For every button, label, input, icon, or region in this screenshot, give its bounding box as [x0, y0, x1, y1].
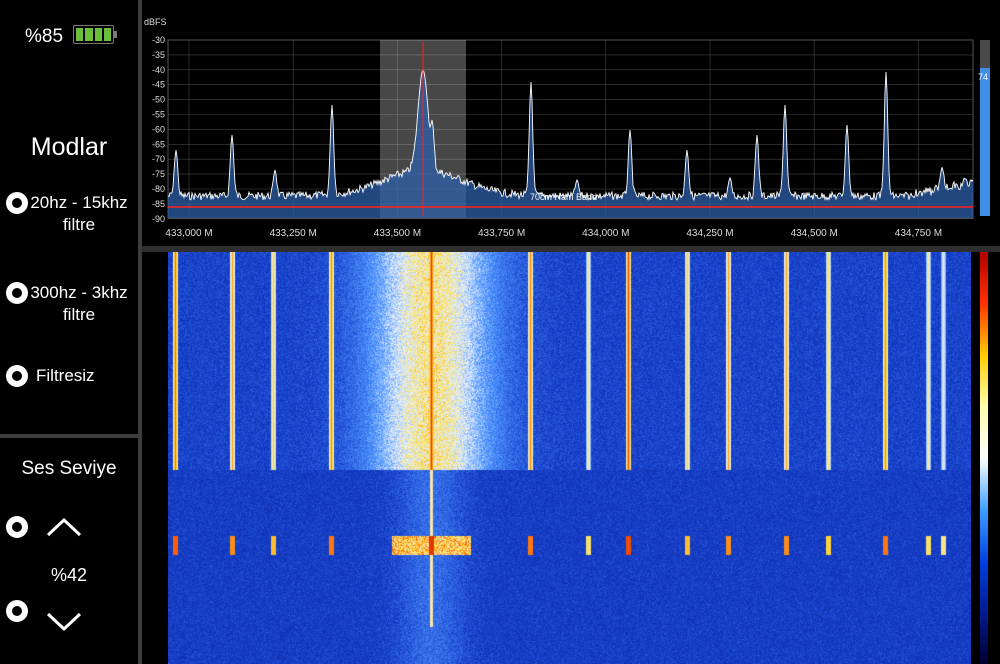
mode-label-line1: 300hz - 3khz	[30, 283, 128, 302]
chevron-down-icon[interactable]	[46, 612, 82, 632]
spectrum-svg[interactable]: dBFS -30 -35 -40 -45 -50 -55 -60 -65 -70 -75 -80 -8…	[142, 0, 1000, 246]
sidebar: %85 Modlar 20hz - 15khz filtre 300hz - 3…	[0, 0, 138, 664]
mode-label-line2: filtre	[62, 215, 96, 234]
spectrum-plot[interactable]: dBFS -30 -35 -40 -45 -50 -55 -60 -65 -70 -75 -80 -8…	[142, 0, 1000, 246]
radio-button-icon[interactable]	[6, 365, 28, 387]
spectrum-trace	[167, 68, 974, 202]
waterfall-colorbar	[980, 252, 988, 664]
x-tick-label: 433,500 M	[374, 228, 421, 239]
mode-label-line2: filtre	[62, 305, 96, 324]
y-tick-label: -65	[152, 139, 165, 149]
chevron-up-icon[interactable]	[46, 517, 82, 537]
x-tick-label: 434,750 M	[895, 228, 942, 239]
volume-up-radio-icon[interactable]	[6, 516, 28, 538]
x-tick-label: 434,250 M	[686, 228, 733, 239]
y-tick-label: -50	[152, 95, 165, 105]
x-tick-label: 433,250 M	[270, 228, 317, 239]
section-divider	[0, 434, 138, 438]
radio-button-icon[interactable]	[6, 192, 28, 214]
y-tick-label: -85	[152, 199, 165, 209]
level-readout: 74	[978, 72, 989, 82]
y-tick-label: -30	[152, 35, 165, 45]
spectrum-unit-label: dBFS	[144, 17, 167, 27]
y-tick-label: -35	[152, 50, 165, 60]
waterfall-display[interactable]	[142, 252, 1000, 664]
mode-label-line1: 20hz - 15khz	[30, 193, 128, 212]
y-tick-label: -55	[152, 110, 165, 120]
mode-label-line1: Filtresiz	[36, 366, 95, 385]
y-tick-label: -80	[152, 184, 165, 194]
y-tick-label: -70	[152, 154, 165, 164]
level-bar-fill	[980, 68, 990, 216]
x-tick-label: 434,500 M	[791, 228, 838, 239]
y-tick-label: -40	[152, 65, 165, 75]
x-tick-label: 433,000 M	[165, 228, 212, 239]
y-tick-label: -75	[152, 169, 165, 179]
waterfall-canvas[interactable]	[168, 252, 971, 664]
battery-tip	[114, 31, 117, 38]
volume-down-radio-icon[interactable]	[6, 600, 28, 622]
x-tick-label: 434,000 M	[582, 228, 629, 239]
battery-percent: %85	[25, 26, 64, 47]
battery-icon	[73, 25, 114, 44]
y-tick-label: -60	[152, 124, 165, 134]
x-tick-label: 433,750 M	[478, 228, 525, 239]
modes-title: Modlar	[30, 133, 108, 161]
volume-value: %42	[50, 565, 88, 585]
volume-title: Ses Seviye	[21, 458, 117, 479]
y-tick-label: -45	[152, 80, 165, 90]
band-label: 70cm Ham Band	[530, 192, 597, 202]
y-tick-label: -90	[152, 214, 165, 224]
radio-button-icon[interactable]	[6, 282, 28, 304]
